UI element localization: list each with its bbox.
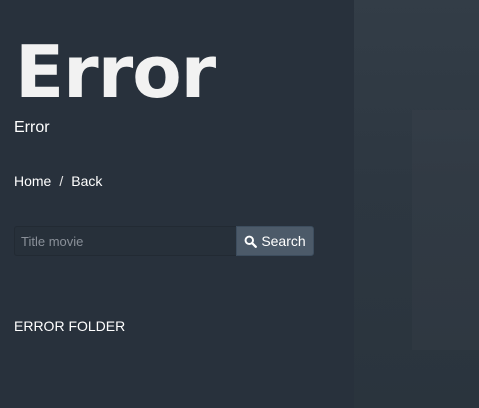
- search-input[interactable]: [14, 226, 236, 256]
- breadcrumb-home-link[interactable]: Home: [14, 173, 51, 189]
- search-form: Search: [14, 226, 314, 256]
- side-panel-shade: [412, 110, 479, 350]
- side-panel: [354, 0, 479, 408]
- page: Error Error Home / Back Search ERROR FOLDE…: [0, 0, 479, 408]
- breadcrumb-back-link[interactable]: Back: [71, 173, 102, 189]
- breadcrumb: Home / Back: [14, 172, 102, 190]
- error-folder-label: ERROR FOLDER: [14, 318, 126, 334]
- search-button[interactable]: Search: [236, 226, 314, 256]
- page-title: Error: [15, 30, 216, 114]
- page-subtitle: Error: [14, 119, 50, 136]
- search-button-label: Search: [261, 233, 306, 249]
- search-icon: [244, 235, 258, 248]
- breadcrumb-separator: /: [59, 173, 64, 189]
